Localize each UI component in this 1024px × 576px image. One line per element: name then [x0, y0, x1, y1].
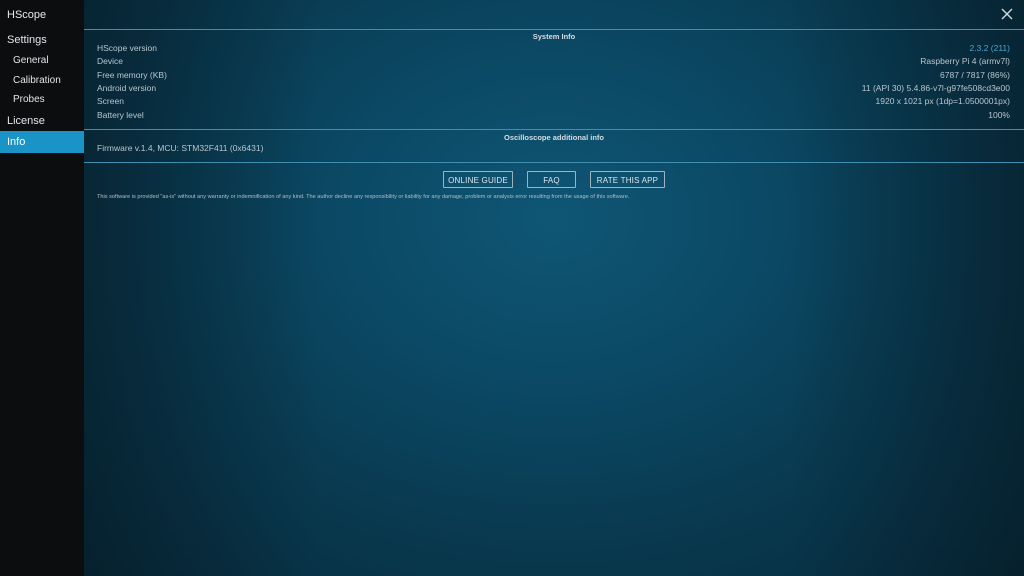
- rate-app-button[interactable]: RATE THIS APP: [590, 171, 665, 188]
- app-title: HScope: [7, 9, 47, 21]
- info-panel: System Info HScope version 2.3.2 (211) D…: [84, 0, 1024, 576]
- info-label: HScope version: [97, 43, 158, 53]
- sidebar-item-general[interactable]: General: [0, 51, 97, 71]
- oscilloscope-info-title: Oscilloscope additional info: [503, 133, 604, 142]
- info-row-battery: Battery level 100%: [97, 109, 1010, 122]
- divider: [84, 29, 1024, 30]
- info-row-screen: Screen 1920 x 1021 px (1dp=1.0500001px): [97, 95, 1010, 108]
- info-value: 6787 / 7817 (86%): [940, 70, 1010, 80]
- info-row-device: Device Raspberry Pi 4 (armv7l): [97, 55, 1010, 68]
- info-value: Raspberry Pi 4 (armv7l): [920, 56, 1010, 66]
- info-label: Screen: [97, 96, 124, 106]
- faq-button[interactable]: FAQ: [527, 171, 576, 188]
- sidebar: HScope Settings General Calibration Prob…: [0, 0, 91, 576]
- info-value[interactable]: 2.3.2 (211): [970, 42, 1010, 55]
- sidebar-item-info[interactable]: Info: [0, 131, 91, 153]
- info-value: 100%: [988, 110, 1010, 120]
- info-label: Device: [97, 56, 123, 66]
- info-row-android: Android version 11 (API 30) 5.4.86-v7l-g…: [97, 82, 1010, 95]
- sidebar-item-settings[interactable]: Settings: [0, 30, 91, 50]
- system-info-title: System Info: [532, 32, 576, 41]
- divider: [84, 129, 1024, 130]
- sidebar-item-calibration[interactable]: Calibration: [0, 71, 97, 91]
- info-row-memory: Free memory (KB) 6787 / 7817 (86%): [97, 69, 1010, 82]
- sidebar-item-probes[interactable]: Probes: [0, 90, 97, 110]
- disclaimer-text: This software is provided "as-is" withou…: [97, 194, 630, 200]
- info-value: 1920 x 1021 px (1dp=1.0500001px): [875, 96, 1010, 106]
- online-guide-button[interactable]: ONLINE GUIDE: [443, 171, 513, 188]
- info-row-version: HScope version 2.3.2 (211): [97, 42, 1010, 55]
- firmware-info: Firmware v.1.4, MCU: STM32F411 (0x6431): [97, 143, 264, 153]
- info-value: 11 (API 30) 5.4.86-v7l-g97fe508cd3e00: [861, 83, 1010, 93]
- info-label: Android version: [97, 83, 157, 93]
- divider: [84, 162, 1024, 163]
- close-icon[interactable]: [1000, 7, 1014, 21]
- info-label: Free memory (KB): [97, 70, 167, 80]
- info-label: Battery level: [97, 110, 144, 120]
- sidebar-item-license[interactable]: License: [0, 111, 91, 131]
